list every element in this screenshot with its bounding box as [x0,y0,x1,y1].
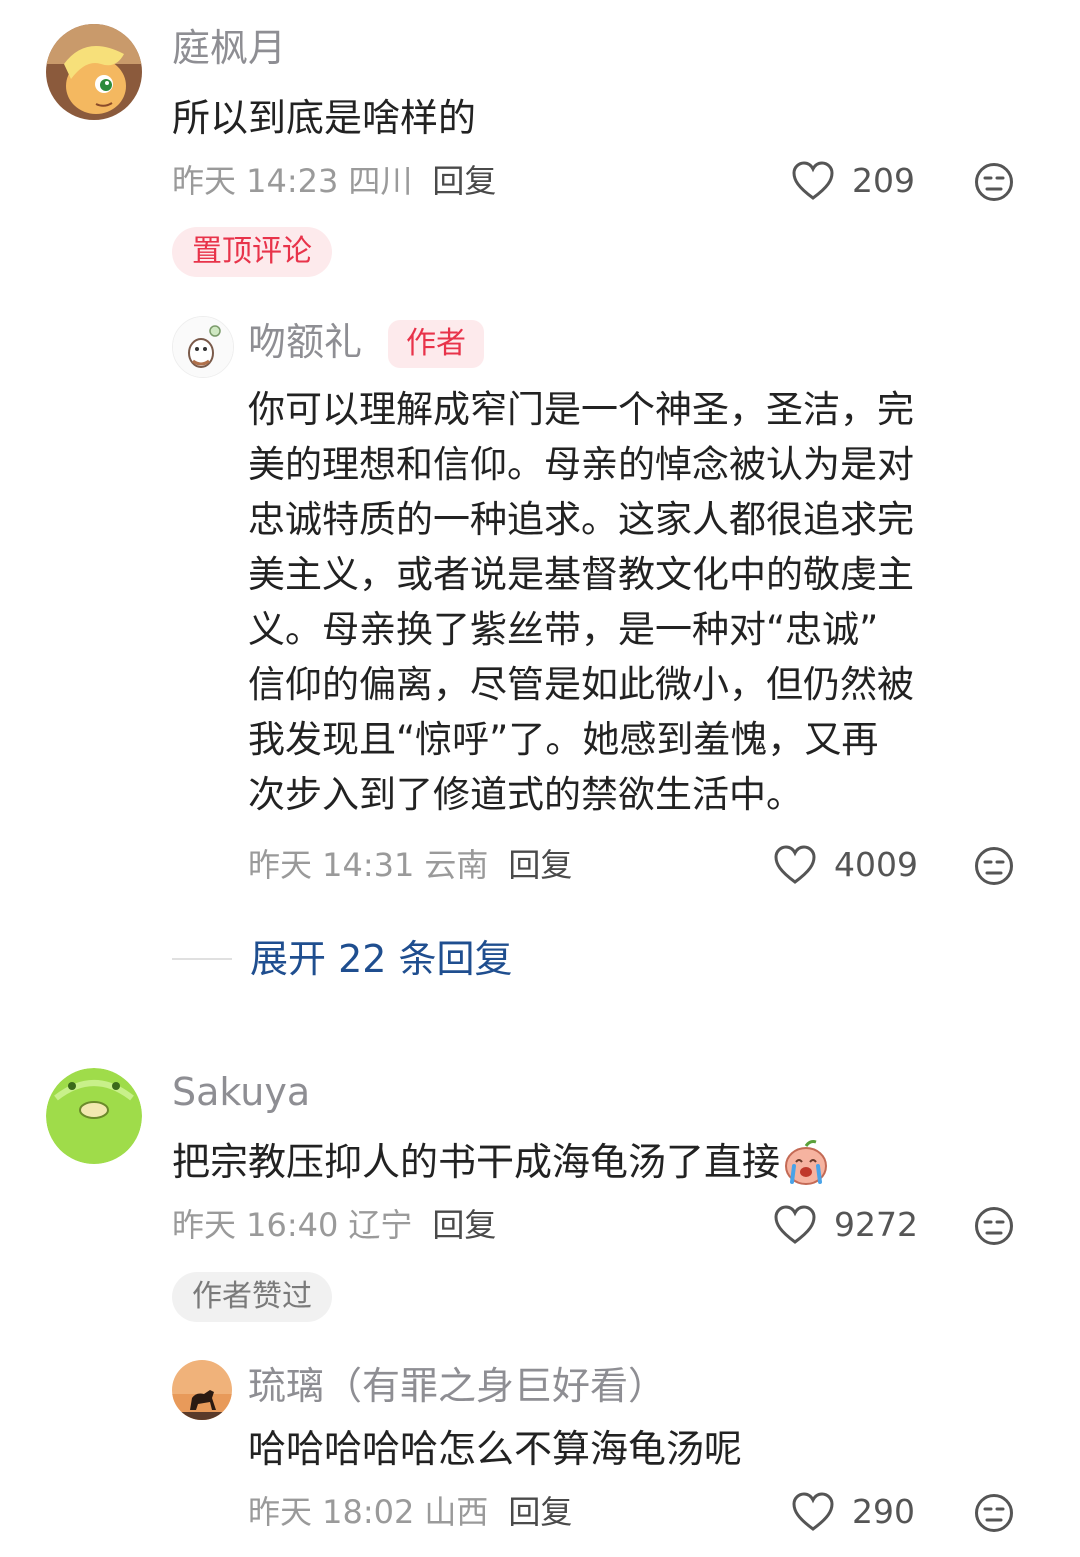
reply-text-line: 美主义，或者说是基督教文化中的敬虔主 [248,553,914,596]
reply-username[interactable]: 琉璃（有罪之身巨好看） [248,1362,666,1410]
dislike-button[interactable] [974,1493,1014,1537]
avatar[interactable] [172,316,234,378]
like-button[interactable]: 209 [792,161,915,201]
reply-text-line: 义。母亲换了紫丝带，是一种对“忠诚” [248,608,879,651]
like-count: 4009 [834,845,918,884]
reply-text-line: 信仰的偏离，尽管是如此微小，但仍然被 [248,663,914,706]
divider [172,958,232,960]
like-count: 290 [852,1492,915,1531]
pony-avatar-icon [46,24,142,120]
dislike-button[interactable] [974,1206,1014,1250]
crying-laughing-emoji-icon [785,1140,828,1185]
reply-button[interactable]: 回复 [508,1493,572,1531]
dislike-button[interactable] [974,846,1014,890]
comment-meta: 昨天 14:23 四川 回复 [172,161,496,201]
like-button[interactable]: 290 [792,1492,915,1532]
neutral-face-icon [975,1207,1013,1245]
like-button[interactable]: 4009 [774,845,918,885]
reply-text: 哈哈哈哈哈怎么不算海龟汤呢 [248,1427,743,1471]
neutral-face-icon [975,163,1013,201]
reply-username[interactable]: 吻额礼 [248,318,362,366]
reply-text: 你可以理解成窄门是一个神圣，圣洁，完 美的理想和信仰。母亲的悼念被认为是对 忠诚… [248,382,1008,822]
reply-button[interactable]: 回复 [432,162,496,200]
reply-location: 山西 [424,1493,489,1531]
pinned-comment-badge: 置顶评论 [172,227,332,277]
reply-meta: 昨天 14:31 云南 回复 [248,845,572,885]
reply-text-line: 我发现且“惊呼”了。她感到羞愧，又再 [248,718,879,761]
heart-icon [774,1205,816,1244]
comment-meta: 昨天 16:40 辽宁 回复 [172,1205,496,1245]
expand-replies-label: 展开 22 条回复 [250,937,513,981]
expand-replies-button[interactable]: 展开 22 条回复 [172,935,513,983]
reply-button[interactable]: 回复 [432,1206,496,1244]
heart-icon [792,1492,834,1531]
comment-time: 昨天 16:40 [172,1206,339,1244]
avatar[interactable] [46,1068,142,1164]
reply-time: 昨天 18:02 [248,1493,415,1531]
like-button[interactable]: 9272 [774,1205,918,1245]
comment-location: 辽宁 [348,1206,413,1244]
cartoon-avatar-icon [173,317,233,377]
comment-username[interactable]: 庭枫月 [172,24,286,72]
neutral-face-icon [975,1494,1013,1532]
neutral-face-icon [975,847,1013,885]
reply-meta: 昨天 18:02 山西 回复 [248,1492,572,1532]
avatar[interactable] [172,1360,232,1420]
like-count: 209 [852,161,915,200]
author-liked-badge: 作者赞过 [172,1272,332,1322]
dog-silhouette-avatar-icon [172,1360,232,1420]
reply-text-line: 美的理想和信仰。母亲的悼念被认为是对 [248,443,914,486]
comment-location: 四川 [348,162,413,200]
avatar[interactable] [46,24,142,120]
like-count: 9272 [834,1205,918,1244]
heart-icon [792,161,834,200]
frog-avatar-icon [46,1068,142,1164]
heart-icon [774,845,816,884]
reply-time: 昨天 14:31 [248,846,415,884]
reply-text-line: 次步入到了修道式的禁欲生活中。 [248,773,803,816]
comment-text: 把宗教压抑人的书干成海龟汤了直接 [172,1140,781,1184]
reply-button[interactable]: 回复 [508,846,572,884]
author-badge: 作者 [388,320,484,368]
comment-username[interactable]: Sakuya [172,1068,310,1116]
dislike-button[interactable] [974,162,1014,206]
reply-text-line: 忠诚特质的一种追求。这家人都很追求完 [248,498,914,541]
comment-text: 所以到底是啥样的 [172,96,477,140]
comment-time: 昨天 14:23 [172,162,339,200]
reply-location: 云南 [424,846,489,884]
reply-text-line: 你可以理解成窄门是一个神圣，圣洁，完 [248,388,914,431]
